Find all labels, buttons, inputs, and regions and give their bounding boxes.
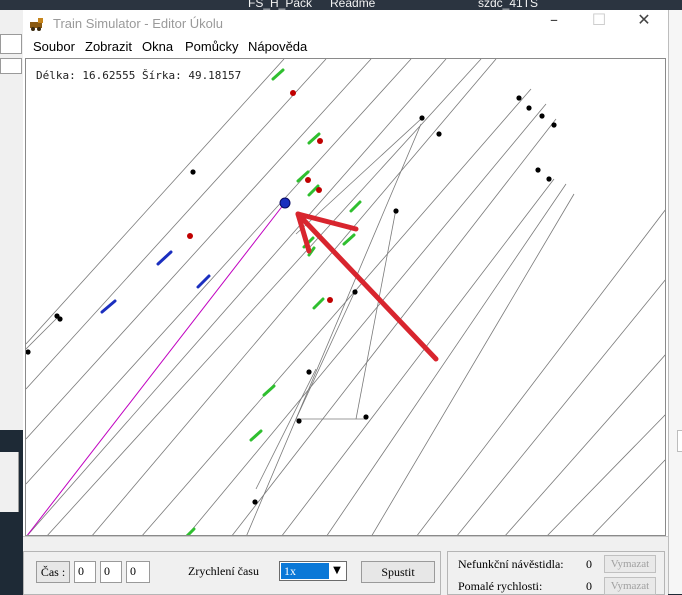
- menu-napoveda[interactable]: Nápověda: [248, 39, 307, 54]
- time-hours-field[interactable]: 0: [74, 561, 96, 583]
- window-title: Train Simulator - Editor Úkolu: [53, 16, 224, 31]
- stat-value-slow-speeds: 0: [586, 579, 592, 593]
- speedup-select[interactable]: 1x ▼: [279, 561, 347, 581]
- stat-label-broken-signals: Nefunkční návěstidla:: [458, 557, 564, 571]
- current-position-marker[interactable]: [279, 197, 291, 209]
- track-lines: [26, 59, 665, 535]
- time-seconds-field[interactable]: 0: [126, 561, 150, 583]
- desktop-label-fs-h-pack[interactable]: FS_H_Pack: [248, 0, 312, 10]
- desktop-label-readme[interactable]: Readme: [330, 0, 375, 10]
- menu-okna[interactable]: Okna: [142, 39, 173, 54]
- simulation-controls: Čas : 0 0 0 Zrychlení času 1x ▼ Spustit: [23, 551, 441, 595]
- route-line: [26, 203, 285, 535]
- background-window-left-lower: [0, 452, 19, 512]
- track-map[interactable]: [26, 59, 666, 536]
- speedup-value: 1x: [281, 563, 329, 579]
- signal-markers-green: [185, 68, 362, 535]
- red-arrow-annotation: [295, 211, 439, 362]
- clear-slow-speeds-button[interactable]: Vymazat: [604, 577, 656, 595]
- bottom-panel: Čas : 0 0 0 Zrychlení času 1x ▼ Spustit …: [23, 536, 668, 595]
- title-bar[interactable]: Train Simulator - Editor Úkolu – ☐ ✕: [23, 10, 668, 38]
- background-window-control: [0, 34, 22, 54]
- stat-label-slow-speeds: Pomalé rychlosti:: [458, 579, 543, 593]
- statistics-panel: Nefunkční návěstidla: 0 Vymazat Pomalé r…: [447, 551, 665, 595]
- maximize-button[interactable]: ☐: [576, 10, 622, 38]
- menu-soubor[interactable]: Soubor: [33, 39, 75, 54]
- background-window-right: [668, 10, 682, 594]
- background-window-control: [677, 430, 682, 452]
- time-button[interactable]: Čas :: [36, 561, 70, 583]
- menu-zobrazit[interactable]: Zobrazit: [85, 39, 132, 54]
- background-window-control: [0, 58, 22, 74]
- close-button[interactable]: ✕: [621, 10, 667, 38]
- coordinates-readout: Délka: 16.62555 Šírka: 49.18157: [36, 69, 242, 82]
- editor-window: Train Simulator - Editor Úkolu – ☐ ✕ Sou…: [23, 10, 668, 595]
- desktop-label-szdc[interactable]: szdc_41TS: [478, 0, 538, 10]
- background-window-left: [0, 10, 24, 430]
- stat-value-broken-signals: 0: [586, 557, 592, 571]
- speedup-label: Zrychlení času: [188, 564, 259, 578]
- menu-pomucky[interactable]: Pomůcky: [185, 39, 238, 54]
- map-canvas[interactable]: Délka: 16.62555 Šírka: 49.18157: [25, 58, 666, 536]
- time-minutes-field[interactable]: 0: [100, 561, 122, 583]
- menu-bar: Soubor Zobrazit Okna Pomůcky Nápověda: [23, 38, 668, 58]
- train-app-icon: [30, 18, 43, 31]
- run-button[interactable]: Spustit: [361, 561, 435, 583]
- signal-markers-blue: [100, 250, 211, 314]
- desktop-taskbar-strip: FS_H_Pack Readme szdc_41TS: [0, 0, 682, 10]
- chevron-down-icon[interactable]: ▼: [329, 563, 345, 579]
- minimize-button[interactable]: –: [531, 10, 577, 38]
- clear-broken-signals-button[interactable]: Vymazat: [604, 555, 656, 573]
